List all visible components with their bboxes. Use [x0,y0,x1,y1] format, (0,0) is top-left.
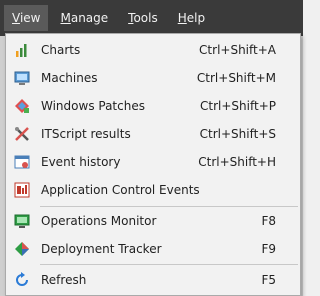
menu-item-itscript-results[interactable]: ITScript results Ctrl+Shift+S [6,121,300,147]
menu-item-windows-patches[interactable]: Windows Patches Ctrl+Shift+P [6,93,300,119]
application-control-icon [14,182,30,198]
menu-item-shortcut: F5 [261,273,276,287]
menu-item-charts[interactable]: Charts Ctrl+Shift+A [6,37,300,63]
menu-separator [40,206,298,207]
menu-item-application-control-events[interactable]: Application Control Events [6,177,300,203]
charts-icon [14,42,30,58]
menu-item-shortcut: F8 [261,214,276,228]
menu-view-rest: iew [19,11,41,25]
menu-item-operations-monitor[interactable]: Operations Monitor F8 [6,208,300,234]
windows-patches-icon [14,98,30,114]
menu-item-machines[interactable]: Machines Ctrl+Shift+M [6,65,300,91]
menu-item-shortcut: Ctrl+Shift+P [200,99,276,113]
menu-help[interactable]: Help [170,5,213,31]
menu-item-event-history[interactable]: Event history Ctrl+Shift+H [6,149,300,175]
menu-view[interactable]: View [4,5,49,31]
menu-tools[interactable]: Tools [120,5,166,31]
menu-item-shortcut: F9 [261,242,276,256]
menu-manage[interactable]: Manage [52,5,116,31]
refresh-icon [14,272,30,288]
menu-item-label: Machines [41,71,98,85]
menu-bar: View Manage Tools Help [0,0,303,36]
menu-separator [40,264,298,265]
event-history-icon [14,154,30,170]
menu-item-deployment-tracker[interactable]: Deployment Tracker F9 [6,236,300,262]
deployment-tracker-icon [14,241,30,257]
itscript-icon [14,126,30,142]
menu-item-shortcut: Ctrl+Shift+A [199,43,276,57]
menu-item-label: Windows Patches [41,99,145,113]
menu-item-shortcut: Ctrl+Shift+H [198,155,276,169]
menu-item-label: ITScript results [41,127,131,141]
menu-help-rest: elp [186,11,206,25]
machines-icon [14,70,30,86]
menu-item-label: Deployment Tracker [41,242,162,256]
menu-item-label: Operations Monitor [41,214,157,228]
menu-tools-rest: ools [133,11,158,25]
menu-item-shortcut: Ctrl+Shift+S [199,127,276,141]
menu-item-label: Event history [41,155,121,169]
menu-item-label: Charts [41,43,81,57]
menu-item-label: Refresh [41,273,87,287]
menu-item-refresh[interactable]: Refresh F5 [6,267,300,293]
menu-item-shortcut: Ctrl+Shift+M [196,71,276,85]
operations-monitor-icon [14,213,30,229]
view-dropdown-menu: Charts Ctrl+Shift+A Machines Ctrl+Shift+… [5,33,301,296]
menu-item-label: Application Control Events [41,183,200,197]
menu-manage-rest: anage [70,11,109,25]
